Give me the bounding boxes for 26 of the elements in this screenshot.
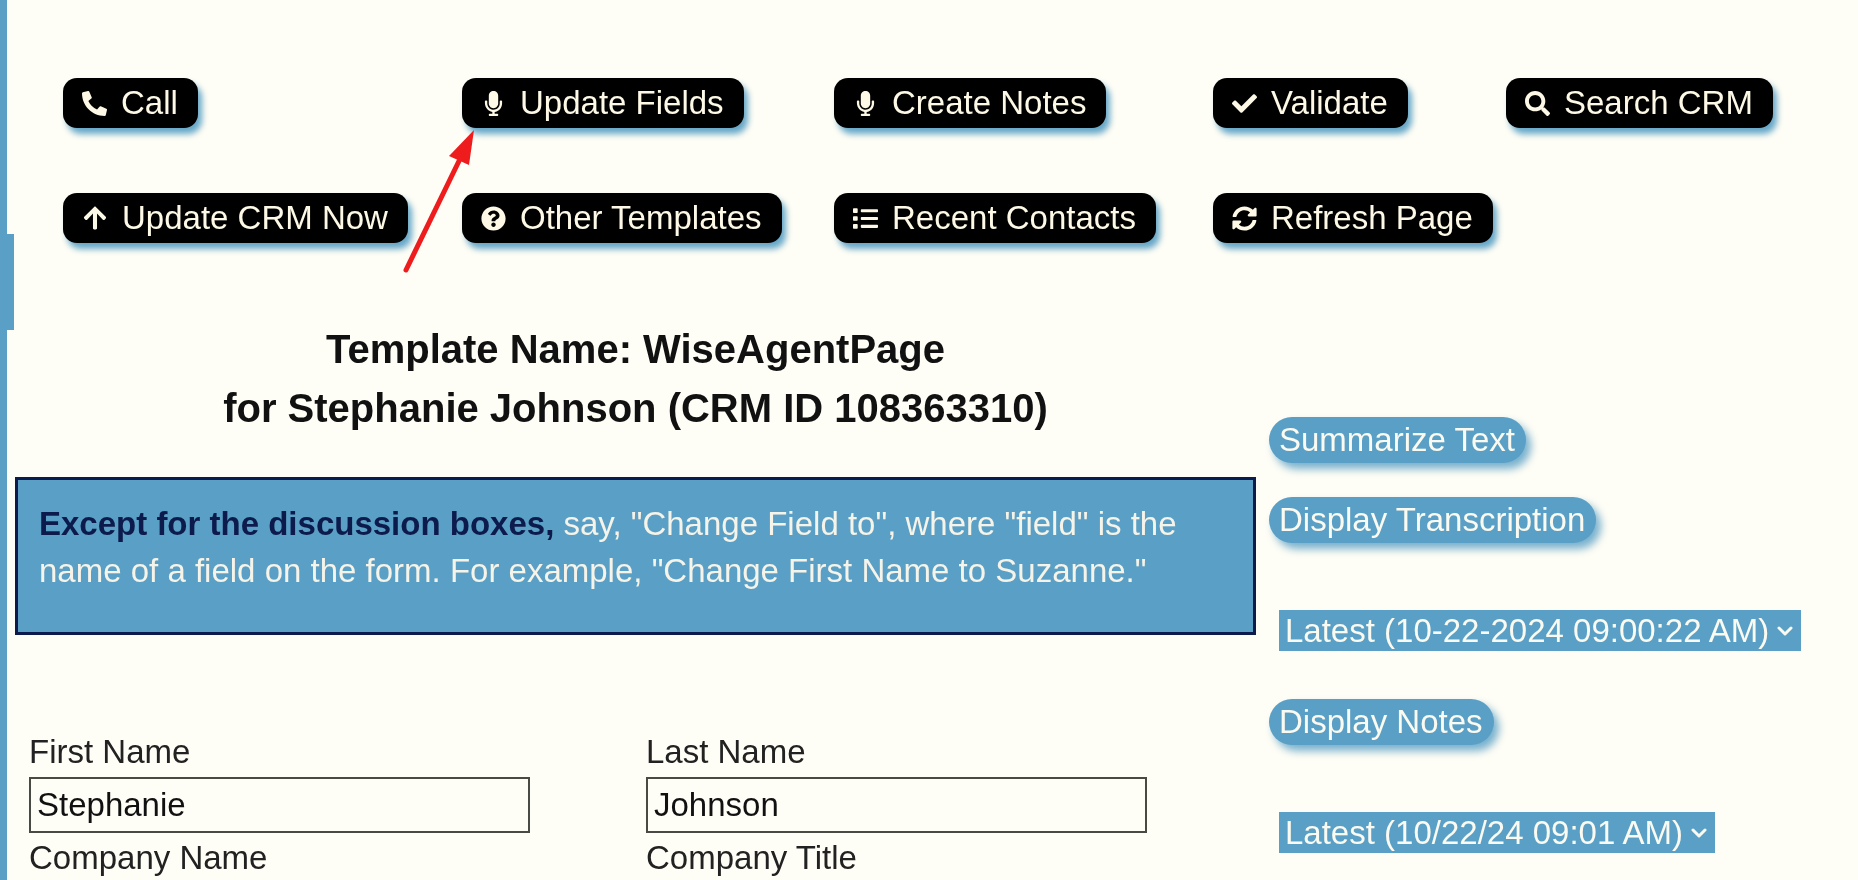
phone-icon — [82, 90, 107, 116]
chevron-down-icon — [1691, 827, 1708, 838]
question-icon — [481, 205, 506, 231]
toolbar-button[interactable]: Refresh Page — [1213, 193, 1493, 243]
input-field[interactable]: Stephanie — [29, 777, 530, 833]
field-label: Company Name — [29, 839, 268, 877]
arrow-up-icon — [82, 205, 108, 231]
field-label: Last Name — [646, 733, 806, 771]
toolbar-button[interactable]: Validate — [1213, 78, 1408, 128]
field-label: First Name — [29, 733, 191, 771]
input-field[interactable]: Johnson — [646, 777, 1147, 833]
chevron-down-icon — [1777, 625, 1794, 636]
toolbar-button[interactable]: Create Notes — [834, 78, 1107, 128]
template-heading: Template Name: WiseAgentPage — [325, 326, 946, 373]
toolbar-button[interactable]: Other Templates — [462, 193, 782, 243]
instructions-text: Except for the discussion boxes, say, "Change Field to", where "field" is the name of a field on the form. For example, "Change First Name to Suzanne." — [39, 504, 1178, 591]
list-icon — [853, 205, 878, 231]
toolbar-button[interactable]: Call — [63, 78, 198, 128]
toolbar-button[interactable]: Search CRM — [1506, 78, 1773, 128]
toolbar-button[interactable]: Update Fields — [462, 78, 744, 128]
toolbar-button[interactable]: Update CRM Now — [63, 193, 408, 243]
search-icon — [1525, 90, 1550, 116]
refresh-icon — [1232, 205, 1257, 231]
contact-heading: for Stephanie Johnson (CRM ID 108363310) — [223, 385, 1048, 432]
field-label: Company Title — [646, 839, 857, 877]
toolbar-button[interactable]: Recent Contacts — [834, 193, 1156, 243]
